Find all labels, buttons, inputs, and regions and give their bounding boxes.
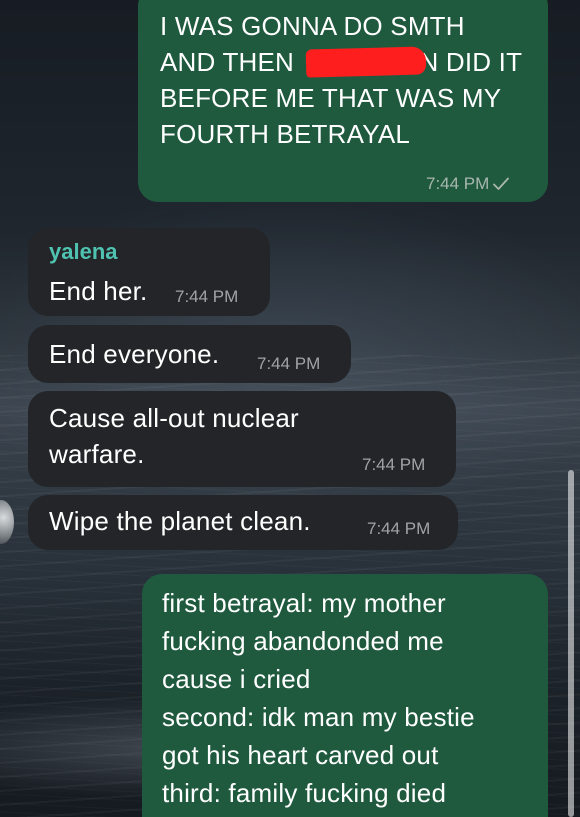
message-outgoing-1[interactable]: I WAS GONNA DO SMTH AND THEN N DID IT BE… (138, 0, 548, 202)
message-line: second: idk man my bestie (162, 702, 475, 732)
message-incoming-1[interactable]: yalena End her. 7:44 PM (28, 228, 270, 316)
message-line: I WAS GONNA DO SMTH (160, 11, 465, 41)
redaction-mark (305, 46, 427, 78)
message-line: fucking abandonded me (162, 626, 444, 656)
message-text: End her. (49, 276, 148, 306)
scrollbar[interactable] (568, 470, 574, 817)
message-text: Wipe the planet clean. (49, 506, 311, 536)
message-incoming-3[interactable]: Cause all-out nuclear warfare. 7:44 PM (28, 391, 456, 487)
message-line: FOURTH BETRAYAL (160, 119, 411, 149)
message-line: Cause all-out nuclear (49, 403, 299, 433)
message-line: AND THEN (160, 47, 302, 77)
timestamp: 7:44 PM (257, 354, 321, 373)
timestamp: 7:44 PM (367, 519, 431, 538)
message-line: first betrayal: my mother (162, 588, 446, 618)
message-outgoing-2[interactable]: first betrayal: my mother fucking abando… (142, 574, 548, 817)
message-line: warfare. (49, 439, 145, 469)
message-line-tail: N DID IT (419, 47, 523, 77)
message-incoming-4[interactable]: Wipe the planet clean. 7:44 PM (28, 495, 458, 550)
timestamp: 7:44 PM (175, 287, 239, 306)
message-line: third: family fucking died (162, 778, 447, 808)
sender-name: yalena (49, 239, 118, 264)
sent-check-icon (493, 176, 510, 196)
message-incoming-2[interactable]: End everyone. 7:44 PM (28, 325, 351, 383)
message-line: BEFORE ME THAT WAS MY (160, 83, 502, 113)
message-text: End everyone. (49, 339, 220, 369)
message-meta: 7:44 PM (426, 174, 510, 196)
message-line: got his heart carved out (162, 740, 439, 770)
timestamp: 7:44 PM (362, 455, 426, 474)
message-line: cause i cried (162, 664, 311, 694)
timestamp: 7:44 PM (426, 174, 490, 193)
